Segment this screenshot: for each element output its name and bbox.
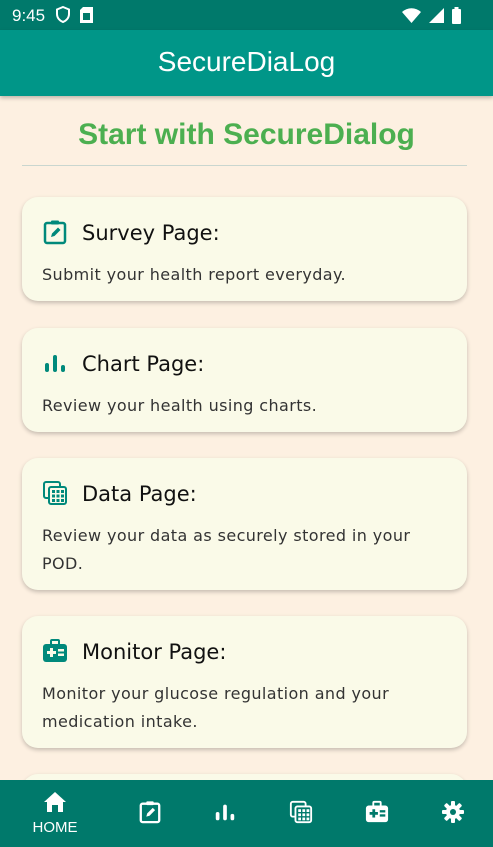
data-page-card[interactable]: Data Page: Review your data as securely … <box>22 458 467 590</box>
battery-icon <box>452 7 461 28</box>
nav-monitor[interactable] <box>357 780 397 847</box>
survey-page-card[interactable]: Survey Page: Submit your health report e… <box>22 197 467 301</box>
wifi-icon <box>402 8 421 27</box>
nav-chart[interactable] <box>205 780 245 847</box>
bottom-navigation: HOME <box>0 780 493 847</box>
survey-clipboard-icon <box>138 800 162 828</box>
nav-home-label: HOME <box>32 819 78 836</box>
headline-divider <box>22 165 467 166</box>
home-icon <box>43 791 67 817</box>
chart-page-card[interactable]: Chart Page: Review your health using cha… <box>22 328 467 432</box>
data-grid-icon <box>289 800 313 828</box>
bar-chart-icon <box>42 350 68 376</box>
status-bar: 9:45 <box>0 0 493 30</box>
shield-icon <box>56 5 70 27</box>
status-time: 9:45 <box>12 6 46 25</box>
card-description: Review your health using charts. <box>42 396 318 415</box>
card-description: Review your data as securely stored in y… <box>42 526 411 573</box>
card-title: Monitor Page: <box>82 640 227 664</box>
nav-home[interactable]: HOME <box>22 780 88 847</box>
survey-clipboard-icon <box>42 219 68 245</box>
card-description: Submit your health report everyday. <box>42 265 347 284</box>
settings-gear-icon <box>441 800 465 828</box>
page-headline: Start with SecureDialog <box>78 118 415 151</box>
nav-settings[interactable] <box>433 780 473 847</box>
card-description: Monitor your glucose regulation and your… <box>42 684 390 731</box>
app-title: SecureDiaLog <box>157 46 336 77</box>
nav-survey[interactable] <box>130 780 170 847</box>
card-title: Survey Page: <box>82 221 220 245</box>
medical-kit-icon <box>42 638 68 664</box>
card-title: Chart Page: <box>82 352 205 376</box>
signal-icon <box>429 8 444 27</box>
app-bar: SecureDiaLog <box>0 30 493 96</box>
card-title: Data Page: <box>82 482 197 506</box>
medical-kit-icon <box>365 800 389 828</box>
data-grid-icon <box>42 480 68 506</box>
nav-data[interactable] <box>281 780 321 847</box>
main-content[interactable]: Start with SecureDialog Survey Page: Sub… <box>0 96 493 780</box>
monitor-page-card[interactable]: Monitor Page: Monitor your glucose regul… <box>22 616 467 748</box>
sim-card-icon <box>80 6 93 27</box>
bar-chart-icon <box>213 800 237 828</box>
